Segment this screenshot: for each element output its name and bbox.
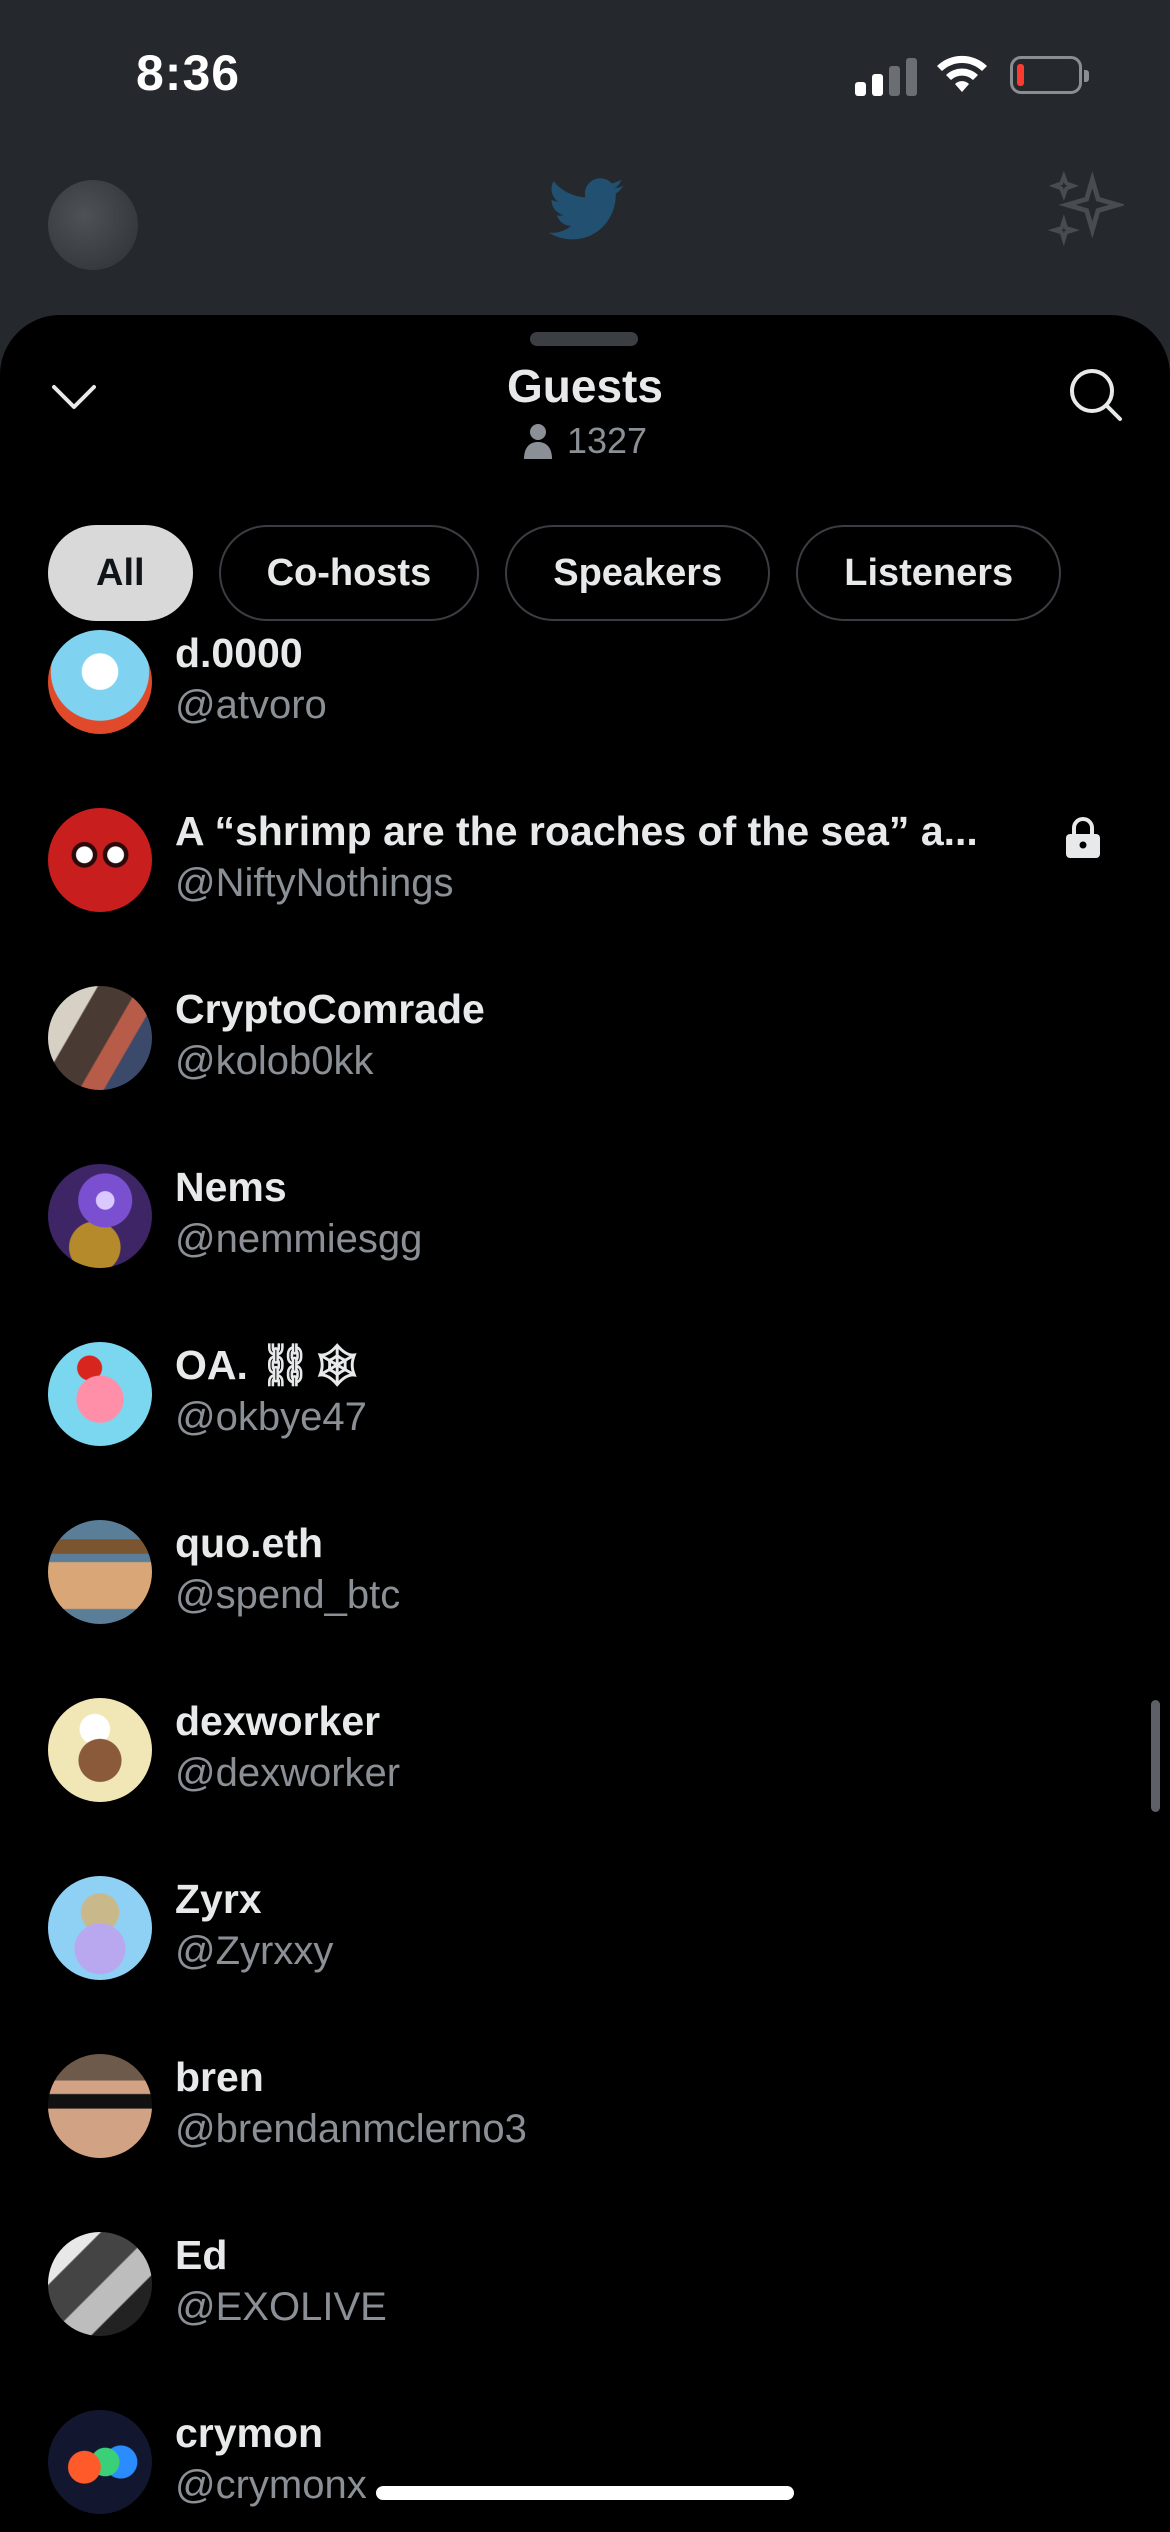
status-time: 8:36 [136,45,241,101]
avatar [48,1698,152,1802]
tab-label: Co-hosts [266,551,432,594]
avatar [48,630,152,734]
person-icon [523,424,552,459]
avatar [48,1342,152,1446]
guest-name: dexworker [175,1698,381,1744]
guest-name: A “shrimp are the roaches of the sea” a.… [175,808,978,854]
guest-row[interactable]: OA. ⛓🕸 @okbye47 [0,1342,1170,1520]
guest-row[interactable]: A “shrimp are the roaches of the sea” a.… [0,808,1170,986]
tab-label: Listeners [844,551,1014,594]
twitter-spaces-screen: 8:36 Guests 1327 All Co-hosts Speakers L… [0,0,1170,2532]
home-indicator[interactable] [376,2486,794,2500]
guest-name: Zyrx [175,1876,262,1922]
guest-handle: @spend_btc [175,1573,401,1617]
guest-row[interactable]: d.0000 @atvoro [0,630,1170,808]
sparkle-icon [1048,170,1124,246]
guest-count: 1327 [0,420,1170,462]
guest-row[interactable]: crymon @crymonx [0,2410,1170,2532]
guest-row[interactable]: bren @brendanmclerno3 [0,2054,1170,2232]
guest-row[interactable]: Ed @EXOLIVE [0,2232,1170,2410]
sheet-title: Guests [507,360,663,412]
status-bar: 8:36 [0,0,1170,150]
guest-row[interactable]: quo.eth @spend_btc [0,1520,1170,1698]
cellular-signal-icon [855,58,917,96]
tab-listeners[interactable]: Listeners [796,525,1062,621]
guest-handle: @kolob0kk [175,1039,374,1083]
avatar [48,2232,152,2336]
guest-handle: @Zyrxxy [175,1929,334,1973]
background-app-header [0,150,1170,310]
guest-name: quo.eth [175,1520,324,1566]
avatar [48,1520,152,1624]
avatar [48,2410,152,2514]
tab-all[interactable]: All [48,525,193,621]
guest-handle: @EXOLIVE [175,2285,387,2329]
guest-row[interactable]: Nems @nemmiesgg [0,1164,1170,1342]
guest-handle: @atvoro [175,683,327,727]
guest-name: crymon [175,2410,324,2456]
guest-row[interactable]: Zyrx @Zyrxxy [0,1876,1170,2054]
sheet-grabber[interactable] [530,332,638,346]
guests-sheet: Guests 1327 All Co-hosts Speakers Listen… [0,315,1170,2532]
guest-name: bren [175,2054,264,2100]
tab-speakers[interactable]: Speakers [505,525,771,621]
guest-name: d.0000 [175,630,303,676]
tab-label: Speakers [553,551,723,594]
twitter-bird-icon [548,178,624,240]
lock-icon [1066,817,1100,858]
guest-name: Ed [175,2232,228,2278]
guest-handle: @dexworker [175,1751,401,1795]
avatar [48,1876,152,1980]
search-icon[interactable] [1066,365,1124,423]
guest-row[interactable]: CryptoComrade @kolob0kk [0,986,1170,1164]
filter-tabs: All Co-hosts Speakers Listeners [48,525,1062,621]
guest-handle: @okbye47 [175,1395,367,1439]
avatar [48,808,152,912]
guest-handle: @crymonx [175,2463,367,2507]
battery-icon [1010,56,1089,94]
guest-name: OA. ⛓🕸 [175,1342,364,1388]
avatar [48,986,152,1090]
scrollbar[interactable] [1151,1700,1160,1812]
guest-name: Nems [175,1164,287,1210]
guest-handle: @nemmiesgg [175,1217,423,1261]
tab-label: All [96,551,145,594]
guest-handle: @NiftyNothings [175,861,454,905]
guest-handle: @brendanmclerno3 [175,2107,527,2151]
guest-count-value: 1327 [566,420,648,461]
guest-row[interactable]: dexworker @dexworker [0,1698,1170,1876]
guest-name: CryptoComrade [175,986,485,1032]
wifi-icon [937,55,987,92]
profile-avatar [48,180,138,270]
avatar [48,2054,152,2158]
tab-co-hosts[interactable]: Co-hosts [218,525,480,621]
avatar [48,1164,152,1268]
